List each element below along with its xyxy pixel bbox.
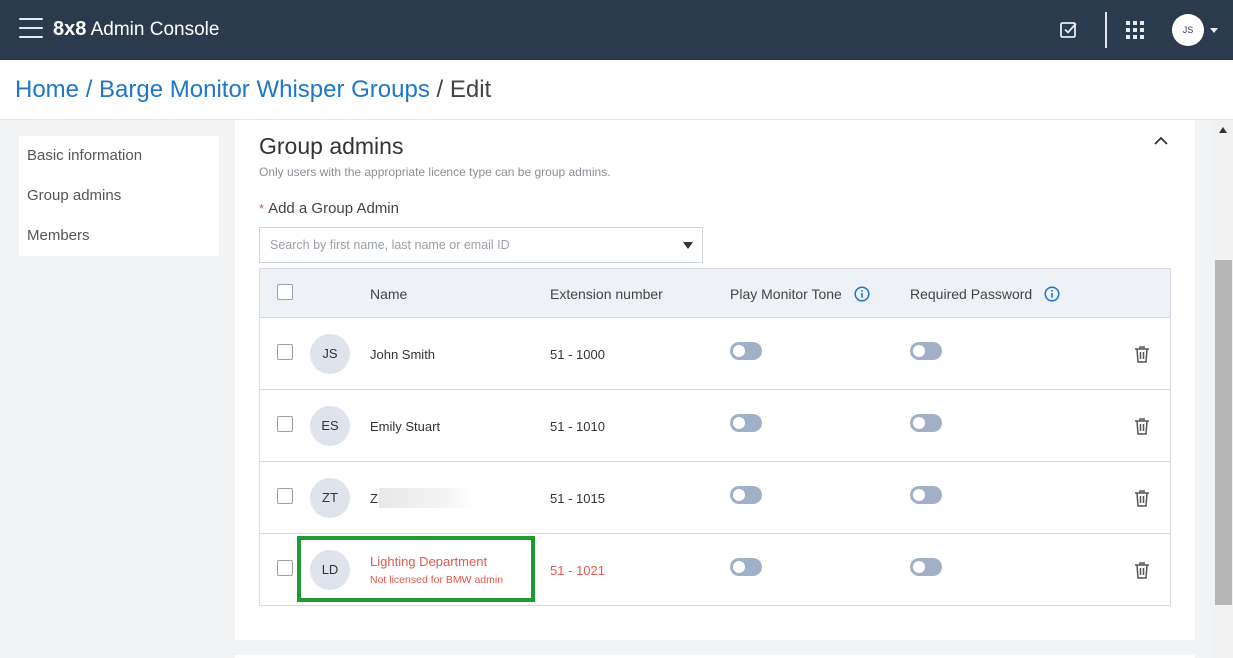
- play-monitor-tone-toggle[interactable]: [730, 558, 762, 576]
- admins-table: Name Extension number Play Monitor Tone …: [259, 268, 1171, 606]
- sidenav-item-group-admins[interactable]: Group admins: [19, 176, 219, 216]
- play-monitor-tone-toggle[interactable]: [730, 486, 762, 504]
- avatar: JS: [310, 334, 350, 374]
- play-monitor-tone-toggle[interactable]: [730, 414, 762, 432]
- required-password-toggle[interactable]: [910, 486, 942, 504]
- header-required-password-label: Required Password: [910, 286, 1033, 302]
- extension-number: 51 - 1015: [550, 491, 605, 506]
- header-extension: Extension number: [550, 286, 663, 302]
- top-bar: 8x8 Admin Console JS: [0, 0, 1233, 60]
- breadcrumb-separator: /: [85, 76, 93, 103]
- avatar: ES: [310, 406, 350, 446]
- highlight-box: [297, 536, 535, 602]
- breadcrumb-separator: /: [436, 76, 444, 103]
- chevron-down-icon[interactable]: [1210, 28, 1218, 33]
- table-row: ZT Z 51 - 1015: [260, 462, 1170, 534]
- breadcrumb-home-link[interactable]: Home: [15, 76, 79, 103]
- search-placeholder: Search by first name, last name or email…: [270, 238, 510, 252]
- required-password-toggle[interactable]: [910, 558, 942, 576]
- tasks-checkbox-icon[interactable]: [1057, 18, 1081, 42]
- chevron-up-icon[interactable]: [1153, 134, 1169, 148]
- admin-name: John Smith: [370, 347, 436, 362]
- menu-icon[interactable]: [19, 18, 43, 38]
- select-all-checkbox[interactable]: [277, 284, 293, 300]
- app-name: Admin Console: [90, 19, 220, 40]
- table-row: JS John Smith 51 - 1000: [260, 318, 1170, 390]
- breadcrumb-bar: Home / Barge Monitor Whisper Groups / Ed…: [0, 60, 1233, 120]
- dropdown-caret-icon[interactable]: [683, 242, 693, 249]
- required-password-toggle[interactable]: [910, 414, 942, 432]
- header-play-monitor-tone-label: Play Monitor Tone: [730, 286, 842, 302]
- trash-icon[interactable]: [1132, 416, 1152, 436]
- top-divider: [1105, 12, 1107, 48]
- admin-search-input[interactable]: Search by first name, last name or email…: [259, 227, 703, 263]
- section-subtitle: Only users with the appropriate licence …: [259, 165, 611, 179]
- user-avatar[interactable]: JS: [1172, 14, 1204, 46]
- required-marker: *: [259, 201, 265, 216]
- sidenav-item-members[interactable]: Members: [19, 216, 219, 256]
- play-monitor-tone-toggle[interactable]: [730, 342, 762, 360]
- brand-logo: 8x8: [53, 18, 87, 40]
- avatar: ZT: [310, 478, 350, 518]
- row-checkbox[interactable]: [277, 416, 293, 432]
- header-play-monitor-tone: Play Monitor Tone: [730, 286, 870, 302]
- trash-icon[interactable]: [1132, 560, 1152, 580]
- breadcrumb: Home / Barge Monitor Whisper Groups / Ed…: [15, 76, 491, 104]
- admin-name: Z: [370, 491, 378, 506]
- row-checkbox[interactable]: [277, 344, 293, 360]
- breadcrumb-current: Edit: [449, 76, 492, 103]
- header-name: Name: [370, 286, 408, 302]
- header-required-password: Required Password: [910, 286, 1060, 302]
- extension-number: 51 - 1000: [550, 347, 605, 362]
- sidenav-item-basic-information[interactable]: Basic information: [19, 136, 219, 176]
- admin-name: Emily Stuart: [370, 419, 441, 434]
- group-admins-card: Group admins Only users with the appropr…: [235, 120, 1195, 640]
- required-password-toggle[interactable]: [910, 342, 942, 360]
- redacted-name-blur: [379, 488, 477, 508]
- table-header: Name Extension number Play Monitor Tone …: [260, 269, 1170, 318]
- trash-icon[interactable]: [1132, 344, 1152, 364]
- apps-grid-icon[interactable]: [1123, 18, 1147, 42]
- scroll-up-icon[interactable]: [1219, 127, 1227, 133]
- table-row: ES Emily Stuart 51 - 1010: [260, 390, 1170, 462]
- add-admin-label-text: Add a Group Admin: [268, 200, 399, 217]
- side-nav: Basic information Group admins Members: [19, 136, 219, 256]
- add-admin-label: * Add a Group Admin: [259, 200, 399, 217]
- info-icon[interactable]: [1044, 286, 1060, 302]
- scrollbar-thumb[interactable]: [1215, 260, 1232, 605]
- breadcrumb-section-link[interactable]: Barge Monitor Whisper Groups: [99, 76, 430, 103]
- extension-number: 51 - 1021: [550, 563, 605, 578]
- extension-number: 51 - 1010: [550, 419, 605, 434]
- info-icon[interactable]: [854, 286, 870, 302]
- section-title: Group admins: [259, 133, 404, 159]
- app-title: 8x8 Admin Console: [53, 17, 219, 42]
- table-row: LD Lighting Department Not licensed for …: [260, 534, 1170, 606]
- trash-icon[interactable]: [1132, 488, 1152, 508]
- row-checkbox[interactable]: [277, 488, 293, 504]
- row-checkbox[interactable]: [277, 560, 293, 576]
